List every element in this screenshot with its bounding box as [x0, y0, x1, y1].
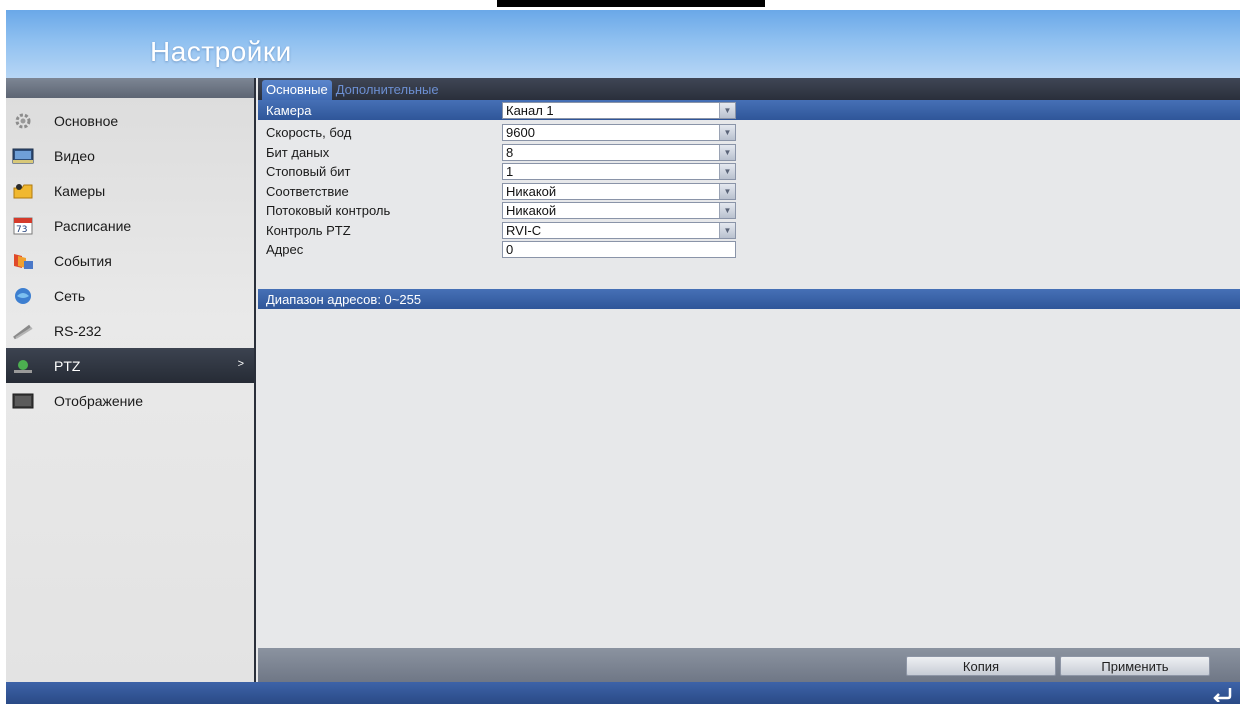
- address-input[interactable]: 0: [502, 241, 736, 259]
- sidebar-item-display[interactable]: Отображение: [6, 383, 254, 418]
- sidebar-item-schedule[interactable]: 73 Расписание: [6, 208, 254, 243]
- apply-button[interactable]: Применить: [1060, 656, 1210, 676]
- top-black-strip: [497, 0, 765, 7]
- sidebar-item-label: Сеть: [54, 287, 86, 304]
- settings-screen: Настройки Основное Видео Камеры 73 Распи…: [6, 10, 1240, 704]
- display-icon: [12, 392, 34, 410]
- baud-value: 9600: [506, 125, 535, 141]
- chevron-down-icon[interactable]: ▼: [719, 164, 735, 180]
- chevron-down-icon[interactable]: ▼: [719, 203, 735, 219]
- chevron-down-icon[interactable]: ▼: [719, 144, 735, 160]
- gear-icon: [12, 112, 34, 130]
- databits-value: 8: [506, 144, 514, 160]
- video-icon: [12, 147, 34, 165]
- sidebar-item-label: Видео: [54, 147, 95, 164]
- databits-row: Бит даных 8 ▼: [258, 143, 1240, 163]
- baud-row: Скорость, бод 9600 ▼: [258, 123, 1240, 143]
- tab-advanced[interactable]: Дополнительные: [332, 80, 443, 100]
- svg-text:73: 73: [16, 225, 27, 235]
- page-title: Настройки: [150, 36, 292, 67]
- chevron-down-icon[interactable]: ▼: [719, 222, 735, 238]
- sidebar-item-cameras[interactable]: Камеры: [6, 173, 254, 208]
- camera-value: Канал 1: [506, 102, 554, 118]
- baud-select[interactable]: 9600 ▼: [502, 124, 736, 142]
- ptz-protocol-value: RVI-C: [506, 222, 542, 238]
- parity-label: Соответствие: [266, 183, 349, 199]
- ptz-protocol-row: Контроль PTZ RVI-C ▼: [258, 221, 1240, 241]
- ptz-icon: [12, 357, 34, 375]
- footer-bar: [6, 682, 1240, 704]
- flow-value: Никакой: [506, 203, 557, 219]
- parity-select[interactable]: Никакой ▼: [502, 182, 736, 200]
- address-value: 0: [506, 242, 514, 258]
- databits-label: Бит даных: [266, 144, 330, 160]
- databits-select[interactable]: 8 ▼: [502, 143, 736, 161]
- tabs-bar: Основные Дополнительные: [258, 78, 1240, 100]
- events-icon: [12, 252, 34, 270]
- chevron-down-icon[interactable]: ▼: [719, 102, 735, 118]
- ptz-protocol-select[interactable]: RVI-C ▼: [502, 221, 736, 239]
- sidebar-item-rs232[interactable]: RS-232: [6, 313, 254, 348]
- sidebar-item-label: Отображение: [54, 392, 144, 409]
- sidebar-item-label: Камеры: [54, 182, 106, 199]
- ptz-protocol-label: Контроль PTZ: [266, 222, 351, 238]
- stopbit-value: 1: [506, 164, 514, 180]
- chevron-down-icon[interactable]: ▼: [719, 125, 735, 141]
- flow-select[interactable]: Никакой ▼: [502, 202, 736, 220]
- sidebar-item-events[interactable]: События: [6, 243, 254, 278]
- baud-label: Скорость, бод: [266, 125, 352, 141]
- parity-row: Соответствие Никакой ▼: [258, 182, 1240, 202]
- address-range-hint: Диапазон адресов: 0~255: [258, 289, 1240, 309]
- sidebar-item-label: Основное: [54, 112, 119, 129]
- sidebar-item-general[interactable]: Основное: [6, 103, 254, 138]
- camera-icon: [12, 182, 34, 200]
- button-bar: Копия Применить: [258, 648, 1240, 682]
- main-panel: Основные Дополнительные Камера Канал 1 ▼…: [258, 78, 1240, 682]
- sidebar-item-label: Расписание: [54, 217, 132, 234]
- ptz-form: Камера Канал 1 ▼ Скорость, бод 9600 ▼ Би…: [258, 100, 1240, 260]
- stopbit-row: Стоповый бит 1 ▼: [258, 162, 1240, 182]
- parity-value: Никакой: [506, 183, 557, 199]
- sidebar-item-label: События: [54, 252, 112, 269]
- sidebar-item-label: PTZ: [54, 357, 81, 374]
- camera-row: Камера Канал 1 ▼: [258, 100, 1240, 120]
- calendar-icon: 73: [12, 217, 34, 235]
- sidebar-item-video[interactable]: Видео: [6, 138, 254, 173]
- stopbit-label: Стоповый бит: [266, 164, 351, 180]
- flow-label: Потоковый контроль: [266, 203, 391, 219]
- sidebar-item-label: RS-232: [54, 322, 102, 339]
- address-label: Адрес: [266, 242, 304, 258]
- stopbit-select[interactable]: 1 ▼: [502, 163, 736, 181]
- chevron-right-icon: >: [237, 358, 244, 370]
- camera-label: Камера: [266, 102, 312, 118]
- network-icon: [12, 287, 34, 305]
- flow-row: Потоковый контроль Никакой ▼: [258, 201, 1240, 221]
- copy-button[interactable]: Копия: [906, 656, 1056, 676]
- address-row: Адрес 0: [258, 240, 1240, 260]
- sidebar: Основное Видео Камеры 73 Расписание Собы…: [6, 78, 256, 682]
- back-icon[interactable]: [1210, 684, 1234, 703]
- rs232-icon: [12, 322, 34, 340]
- chevron-down-icon[interactable]: ▼: [719, 183, 735, 199]
- sidebar-header: [6, 78, 254, 98]
- tab-basic[interactable]: Основные: [262, 80, 332, 100]
- camera-select[interactable]: Канал 1 ▼: [502, 101, 736, 119]
- sidebar-item-ptz[interactable]: PTZ >: [6, 348, 254, 383]
- title-bar: Настройки: [6, 10, 1240, 78]
- sidebar-item-network[interactable]: Сеть: [6, 278, 254, 313]
